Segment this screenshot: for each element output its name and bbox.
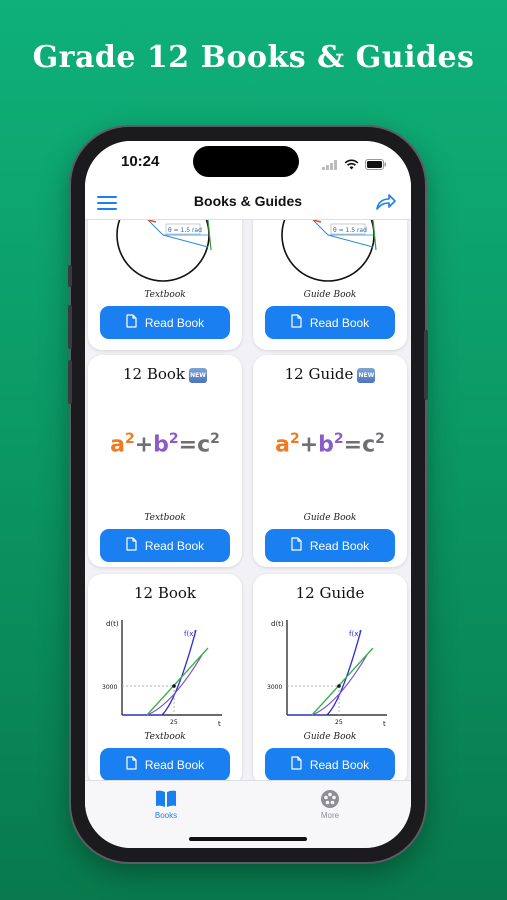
books-grid[interactable]: θ = 1.5 rad Textbook Read Book θ = 1.5 r… bbox=[85, 220, 411, 780]
card-title: 12 Book NEW bbox=[88, 365, 242, 383]
graph-x-label: t bbox=[383, 720, 386, 728]
read-book-button[interactable]: Read Book bbox=[100, 529, 230, 562]
dynamic-island bbox=[193, 146, 299, 177]
book-card[interactable]: θ = 1.5 rad Textbook Read Book bbox=[88, 220, 242, 350]
signal-icon bbox=[322, 155, 338, 174]
share-icon[interactable] bbox=[375, 192, 397, 212]
new-badge: NEW bbox=[189, 368, 208, 383]
circle-radian-illustration: θ = 1.5 rad bbox=[273, 220, 383, 294]
read-book-button[interactable]: Read Book bbox=[100, 748, 230, 780]
more-icon bbox=[300, 789, 360, 811]
phone-volume-up bbox=[68, 305, 72, 349]
status-icons bbox=[322, 155, 387, 174]
card-subtitle: Textbook bbox=[144, 290, 186, 300]
tab-books[interactable]: Books bbox=[136, 789, 196, 820]
read-book-label: Read Book bbox=[309, 757, 370, 772]
tab-more[interactable]: More bbox=[300, 789, 360, 820]
read-book-button[interactable]: Read Book bbox=[265, 306, 395, 339]
card-subtitle: Textbook bbox=[144, 732, 186, 742]
tab-more-label: More bbox=[320, 811, 340, 820]
circle-radian-illustration: θ = 1.5 rad bbox=[108, 220, 218, 294]
read-book-label: Read Book bbox=[144, 315, 205, 330]
card-title: 12 Guide bbox=[295, 584, 365, 602]
book-card[interactable]: 12 Guide NEW a2+b2=c2 Guide Book Read Boo… bbox=[253, 355, 407, 567]
function-graph-illustration: d(t) t f(x) 3000 25 bbox=[102, 610, 232, 734]
read-book-label: Read Book bbox=[309, 538, 370, 553]
wifi-icon bbox=[344, 155, 359, 174]
card-subtitle: Guide Book bbox=[303, 513, 357, 523]
graph-y-label: d(t) bbox=[271, 620, 284, 628]
document-icon bbox=[126, 756, 137, 773]
book-icon bbox=[136, 789, 196, 811]
graph-x-tick: 25 bbox=[335, 719, 343, 726]
graph-x-label: t bbox=[218, 720, 221, 728]
graph-y-tick: 3000 bbox=[267, 684, 282, 691]
read-book-label: Read Book bbox=[144, 538, 205, 553]
read-book-button[interactable]: Read Book bbox=[265, 529, 395, 562]
book-card[interactable]: 12 Guide d(t) t f(x) 3000 25 Guide Book … bbox=[253, 574, 407, 780]
phone-side-button bbox=[68, 265, 72, 287]
function-graph-illustration: d(t) t f(x) 3000 25 bbox=[267, 610, 397, 734]
book-card[interactable]: θ = 1.5 rad Guide Book Read Book bbox=[253, 220, 407, 350]
card-subtitle: Textbook bbox=[144, 513, 186, 523]
card-title: 12 Book bbox=[133, 584, 197, 602]
tab-books-label: Books bbox=[154, 811, 178, 820]
phone-power-button bbox=[424, 330, 428, 400]
pythagoras-formula: a2+b2=c2 bbox=[110, 431, 220, 458]
pythagoras-formula: a2+b2=c2 bbox=[275, 431, 385, 458]
phone-volume-down bbox=[68, 360, 72, 404]
read-book-label: Read Book bbox=[309, 315, 370, 330]
document-icon bbox=[126, 537, 137, 554]
new-badge: NEW bbox=[357, 368, 376, 383]
read-book-label: Read Book bbox=[144, 757, 205, 772]
document-icon bbox=[126, 314, 137, 331]
graph-y-tick: 3000 bbox=[102, 684, 117, 691]
document-icon bbox=[291, 537, 302, 554]
document-icon bbox=[291, 314, 302, 331]
book-card[interactable]: 12 Book d(t) t f(x) 3000 25 Textbook Rea… bbox=[88, 574, 242, 780]
battery-icon bbox=[365, 155, 387, 174]
graph-y-label: d(t) bbox=[106, 620, 119, 628]
book-card[interactable]: 12 Book NEW a2+b2=c2 Textbook Read Book bbox=[88, 355, 242, 567]
page-title: Books & Guides bbox=[193, 193, 303, 209]
read-book-button[interactable]: Read Book bbox=[265, 748, 395, 780]
read-book-button[interactable]: Read Book bbox=[100, 306, 230, 339]
card-title-text: 12 Guide bbox=[284, 365, 354, 383]
card-subtitle: Guide Book bbox=[303, 290, 357, 300]
phone-screen: 10:24 Books & Guides θ = 1.5 rad Textboo… bbox=[85, 141, 411, 848]
status-bar: 10:24 bbox=[85, 141, 411, 185]
navigation-bar: Books & Guides bbox=[85, 185, 411, 220]
card-title-text: 12 Book bbox=[122, 365, 186, 383]
document-icon bbox=[291, 756, 302, 773]
headline: Grade 12 Books & Guides bbox=[32, 40, 475, 75]
card-title: 12 Guide NEW bbox=[253, 365, 407, 383]
card-subtitle: Guide Book bbox=[303, 732, 357, 742]
home-indicator bbox=[189, 837, 307, 841]
graph-x-tick: 25 bbox=[170, 719, 178, 726]
graph-curve-label: f(x) bbox=[349, 630, 361, 638]
graph-curve-label: f(x) bbox=[184, 630, 196, 638]
angle-label: θ = 1.5 rad bbox=[168, 227, 202, 234]
status-time: 10:24 bbox=[121, 153, 160, 170]
angle-label: θ = 1.5 rad bbox=[333, 227, 367, 234]
